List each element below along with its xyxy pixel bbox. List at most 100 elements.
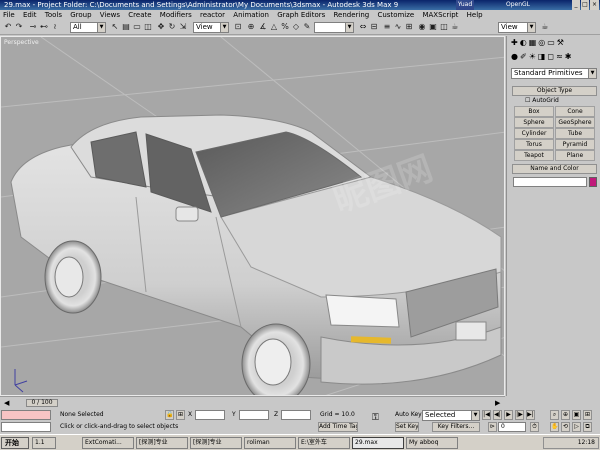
link-icon[interactable]: ⊸ [28,22,38,32]
undo-icon[interactable]: ↶ [3,22,13,32]
cone-button[interactable]: Cone [555,106,595,117]
modify-tab-icon[interactable]: ◐ [520,38,529,47]
lock-selection-icon[interactable]: 🔒 [165,410,174,420]
minimize-button[interactable]: _ [572,0,580,10]
taskbar-item[interactable]: roliman [244,437,296,449]
maximize-viewport-icon[interactable]: ⧉ [583,422,592,432]
named-selection-dropdown[interactable]: ▼ [314,22,354,33]
menu-tools[interactable]: Tools [42,10,65,20]
add-time-tag-button[interactable]: Add Time Tag [318,422,358,432]
move-icon[interactable]: ✥ [156,22,166,32]
reference-coord-dropdown[interactable]: View ▼ [193,22,229,33]
helpers-icon[interactable]: ◻ [547,52,556,61]
pan-icon[interactable]: ✋ [550,422,559,432]
timeline-left-arrow-icon[interactable]: ◀ [4,399,9,407]
sphere-button[interactable]: Sphere [514,117,554,128]
render-frame-icon[interactable]: ◫ [439,22,449,32]
percent-snap-icon[interactable]: % [280,22,290,32]
maximize-button[interactable]: □ [581,0,589,10]
taskbar-item[interactable]: E:\室外车 [298,437,350,449]
time-slider[interactable]: 0 / 100 [26,399,58,407]
spinner-snap-icon[interactable]: ◇ [291,22,301,32]
category-dropdown[interactable]: Standard Primitives ▼ [511,68,597,79]
motion-tab-icon[interactable]: ◎ [538,38,547,47]
perspective-viewport[interactable]: Perspective 昵图网 [0,36,505,396]
layer-manager-icon[interactable]: ≡ [382,22,392,32]
scale-icon[interactable]: ⇲ [178,22,188,32]
ext-button-1[interactable]: Yuad [456,0,474,10]
geometry-icon[interactable]: ● [511,52,520,61]
menu-animation[interactable]: Animation [230,10,272,20]
absolute-mode-icon[interactable]: ⊞ [176,410,185,420]
set-key-button[interactable]: Set Key [395,422,419,432]
window-crossing-icon[interactable]: ◫ [143,22,153,32]
curve-editor-icon[interactable]: ∿ [393,22,403,32]
select-object-icon[interactable]: ↖ [110,22,120,32]
object-color-swatch[interactable] [589,177,597,187]
display-tab-icon[interactable]: ▭ [547,38,557,47]
menu-rendering[interactable]: Rendering [331,10,373,20]
key-mode-toggle-icon[interactable]: ⊳ [488,422,497,432]
schematic-view-icon[interactable]: ⊞ [404,22,414,32]
maxscript-output-mini[interactable] [1,422,51,432]
x-coord-field[interactable] [195,410,225,420]
menu-modifiers[interactable]: Modifiers [157,10,195,20]
tube-button[interactable]: Tube [555,128,595,139]
create-tab-icon[interactable]: ✚ [511,38,520,47]
cameras-icon[interactable]: ◨ [538,52,548,61]
spacewarps-icon[interactable]: ≈ [556,52,565,61]
mirror-icon[interactable]: ⇔ [358,22,368,32]
goto-start-icon[interactable]: |◀ [482,410,491,420]
bind-spacewarp-icon[interactable]: ≀ [50,22,60,32]
maxscript-listener-mini[interactable] [1,410,51,420]
taskbar-item[interactable]: ExtComati... [82,437,134,449]
utilities-tab-icon[interactable]: ⚒ [557,38,566,47]
select-by-name-icon[interactable]: ▤ [121,22,131,32]
menu-help[interactable]: Help [464,10,486,20]
taskbar-item-active[interactable]: 29.max [352,437,404,449]
name-and-color-rollout[interactable]: Name and Color [512,164,597,174]
material-editor-icon[interactable]: ◉ [417,22,427,32]
zoom-icon[interactable]: ⌕ [550,410,559,420]
menu-group[interactable]: Group [67,10,94,20]
rectangle-selection-icon[interactable]: ▭ [132,22,142,32]
start-button[interactable]: 开始 [1,437,29,449]
ext-button-2[interactable]: OpenGL [503,0,533,10]
current-frame-field[interactable]: 0 [498,422,526,432]
selection-filter-dropdown[interactable]: All ▼ [70,22,106,33]
pivot-center-icon[interactable]: ⊡ [233,22,243,32]
rotate-icon[interactable]: ↻ [167,22,177,32]
play-icon[interactable]: ▶ [504,410,513,420]
cylinder-button[interactable]: Cylinder [514,128,554,139]
snap-toggle-icon[interactable]: ∡ [258,22,268,32]
plane-button[interactable]: Plane [555,150,595,161]
taskbar-item[interactable]: My abboq [406,437,458,449]
quick-render-icon[interactable]: ☕ [450,22,460,32]
timeline-right-arrow-icon[interactable]: ▶ [495,399,500,407]
shapes-icon[interactable]: ✐ [520,52,529,61]
view-dropdown[interactable]: View ▼ [498,22,536,33]
menu-file[interactable]: File [0,10,18,20]
render-icon[interactable]: ☕ [540,22,550,32]
zoom-all-icon[interactable]: ⊕ [561,410,570,420]
prev-frame-icon[interactable]: ◀| [493,410,502,420]
object-type-rollout[interactable]: Object Type [512,86,597,96]
zoom-extents-all-icon[interactable]: ⊞ [583,410,592,420]
key-mode-dropdown[interactable]: Selected ▼ [422,410,480,421]
unlink-icon[interactable]: ⊷ [39,22,49,32]
object-name-field[interactable] [513,177,587,187]
redo-icon[interactable]: ↷ [14,22,24,32]
torus-button[interactable]: Torus [514,139,554,150]
teapot-button[interactable]: Teapot [514,150,554,161]
lights-icon[interactable]: ☀ [529,52,538,61]
menu-reactor[interactable]: reactor [197,10,228,20]
menu-edit[interactable]: Edit [20,10,40,20]
taskbar-item[interactable]: [探测]专业 [190,437,242,449]
zoom-extents-icon[interactable]: ▣ [572,410,581,420]
systems-icon[interactable]: ✱ [565,52,574,61]
close-button[interactable]: × [590,0,599,10]
menu-customize[interactable]: Customize [374,10,417,20]
box-button[interactable]: Box [514,106,554,117]
taskbar-item[interactable]: [探测]专业 [136,437,188,449]
key-icon[interactable]: ⚿ [372,413,379,423]
